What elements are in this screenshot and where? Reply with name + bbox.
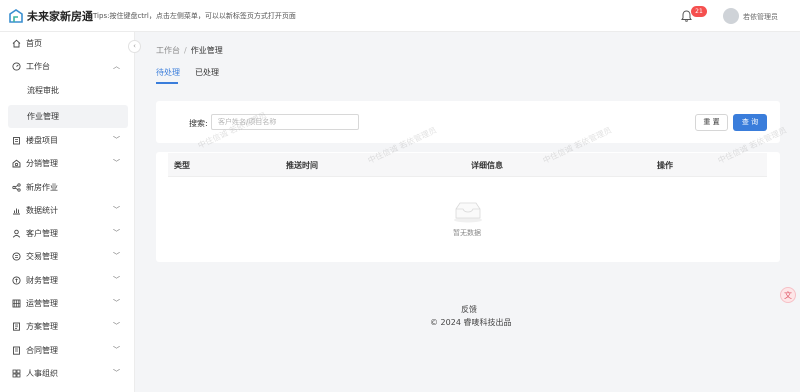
chevron-up-icon: ︿ (113, 62, 120, 70)
chevron-down-icon: ﹀ (113, 229, 120, 237)
breadcrumb-root[interactable]: 工作台 (156, 46, 180, 55)
breadcrumb: 工作台 / 作业管理 (156, 45, 223, 56)
sidebar-item-label: 新房作业 (26, 183, 58, 192)
sidebar-item-statistics[interactable]: 数据统计 ﹀ (0, 199, 135, 222)
building-icon (13, 137, 20, 145)
distribution-icon (12, 159, 21, 168)
sidebar-item-property[interactable]: 楼盘项目 ﹀ (0, 129, 135, 152)
breadcrumb-separator: / (184, 46, 187, 55)
sidebar-item-plans[interactable]: 方案管理 ﹀ (0, 315, 135, 338)
copyright-text: © 2024 睿唛科技出品 (430, 318, 512, 327)
chevron-down-icon: ﹀ (113, 322, 120, 330)
dashboard-icon (12, 62, 21, 71)
chevron-down-icon: ﹀ (113, 369, 120, 377)
search-label: 搜索: (189, 119, 208, 128)
collapse-sidebar-button[interactable]: ‹ (128, 40, 141, 53)
sidebar-item-label: 财务管理 (26, 276, 58, 285)
app-title: 未来家新房通 (27, 10, 93, 23)
chevron-down-icon: ﹀ (113, 346, 120, 354)
tips-text: Tips:按住键盘ctrl，点击左侧菜单，可以以新标签页方式打开页面 (93, 12, 296, 20)
sidebar-item-label: 方案管理 (26, 322, 58, 331)
contract-icon (13, 346, 20, 355)
grid-icon (12, 299, 21, 308)
tab-pending[interactable]: 待处理 (156, 67, 180, 78)
chart-icon (13, 208, 20, 215)
empty-box-icon (454, 202, 482, 223)
user-name[interactable]: 若依管理员 (743, 12, 778, 22)
sidebar-item-label: 客户管理 (26, 229, 58, 238)
sidebar-item-hr[interactable]: 人事组织 ﹀ (0, 362, 135, 385)
sidebar-item-label: 分销管理 (26, 159, 58, 168)
chevron-down-icon: ﹀ (113, 206, 120, 214)
user-icon (12, 229, 21, 238)
organization-icon (12, 369, 21, 378)
sidebar-subitem-approval[interactable]: 流程审批 (0, 79, 135, 102)
document-icon (13, 322, 20, 331)
sidebar-item-label: 工作台 (26, 62, 50, 71)
chevron-down-icon: ﹀ (113, 159, 120, 167)
table-header (168, 153, 767, 177)
sidebar-item-workbench[interactable]: 工作台 ︿ (0, 55, 135, 78)
top-header: 未来家新房通 Tips:按住键盘ctrl，点击左侧菜单，可以以新标签页方式打开页… (0, 0, 800, 32)
sidebar-item-home[interactable]: 首页 (0, 32, 135, 55)
sidebar-item-label: 合同管理 (26, 346, 58, 355)
sidebar-item-label: 首页 (26, 39, 42, 48)
app-logo-icon (9, 9, 23, 23)
avatar[interactable] (723, 8, 739, 24)
share-icon (12, 183, 21, 192)
breadcrumb-current: 作业管理 (190, 46, 223, 55)
reset-button[interactable]: 重 置 (695, 114, 728, 131)
sidebar: 首页 工作台 ︿ 流程审批 作业管理 楼盘项目 ﹀ 分销管理 ﹀ 新房作业 数据… (0, 32, 135, 392)
sidebar-item-label: 人事组织 (26, 369, 58, 378)
tab-processed[interactable]: 已处理 (195, 67, 219, 78)
transaction-icon (12, 252, 21, 261)
sidebar-item-new-house-job[interactable]: 新房作业 (0, 176, 135, 199)
empty-text: 暂无数据 (453, 229, 481, 237)
sidebar-item-label: 交易管理 (26, 252, 58, 261)
sidebar-item-label: 运营管理 (26, 299, 58, 308)
sidebar-subitem-label: 流程审批 (27, 86, 59, 95)
sidebar-item-label: 楼盘项目 (26, 136, 58, 145)
sidebar-item-customers[interactable]: 客户管理 ﹀ (0, 222, 135, 245)
sidebar-subitem-label: 作业管理 (27, 112, 59, 121)
column-header-type: 类型 (174, 161, 190, 170)
column-header-push-time: 推送时间 (286, 161, 318, 170)
translate-icon: 文 (784, 291, 792, 300)
home-icon (12, 39, 21, 48)
column-header-details: 详细信息 (471, 161, 503, 170)
active-tab-indicator (156, 82, 178, 84)
chevron-down-icon: ﹀ (113, 276, 120, 284)
column-header-actions: 操作 (657, 161, 673, 170)
sidebar-item-distribution[interactable]: 分销管理 ﹀ (0, 152, 135, 175)
finance-icon (12, 276, 21, 285)
sidebar-item-finance[interactable]: 财务管理 ﹀ (0, 269, 135, 292)
sidebar-subitem-job-management[interactable]: 作业管理 (8, 105, 128, 128)
feedback-link[interactable]: 反馈 (461, 304, 477, 315)
chevron-down-icon: ﹀ (113, 299, 120, 307)
floating-translate-button[interactable]: 文 (780, 287, 796, 303)
sidebar-item-contracts[interactable]: 合同管理 ﹀ (0, 339, 135, 362)
chevron-down-icon: ﹀ (113, 136, 120, 144)
sidebar-item-transactions[interactable]: 交易管理 ﹀ (0, 245, 135, 268)
query-button[interactable]: 查 询 (733, 114, 767, 131)
notification-badge: 21 (691, 6, 707, 17)
sidebar-item-operations[interactable]: 运营管理 ﹀ (0, 292, 135, 315)
sidebar-item-label: 数据统计 (26, 206, 58, 215)
chevron-down-icon: ﹀ (113, 252, 120, 260)
